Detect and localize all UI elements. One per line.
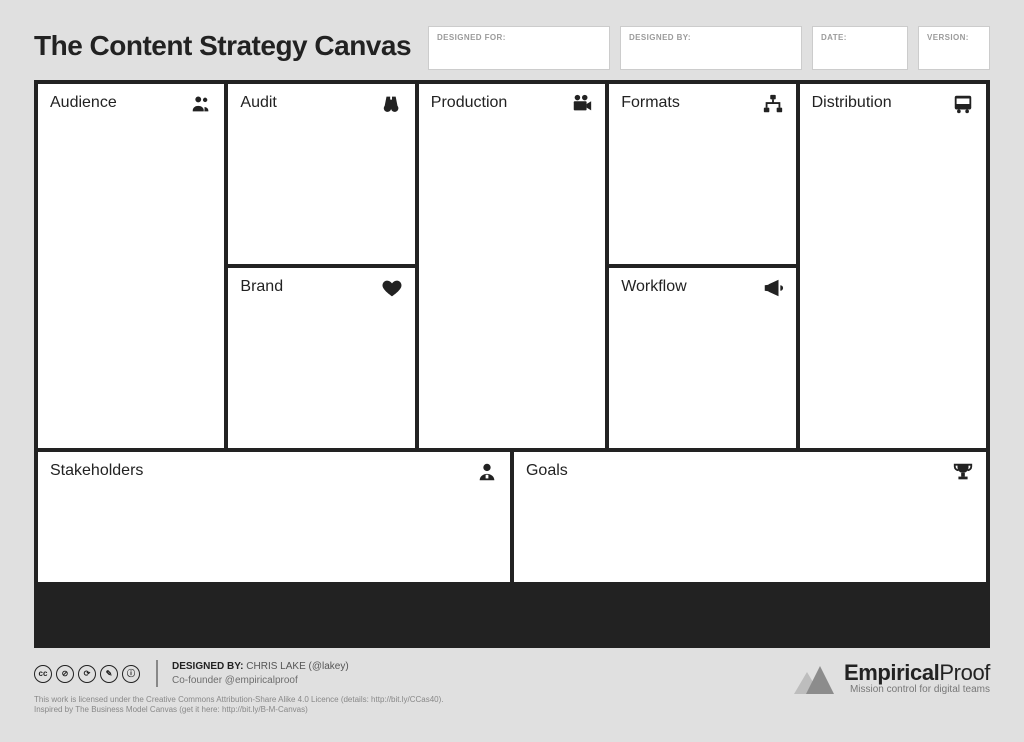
date-field[interactable]: DATE: — [812, 26, 908, 70]
megaphone-icon — [762, 277, 784, 299]
empiricalproof-wordmark: EmpiricalProof Mission control for digit… — [844, 660, 990, 695]
footer-row-1: cc ⊘ ⟳ ✎ ⓘ DESIGNED BY: CHRIS LAKE (@lak… — [34, 660, 444, 687]
credit-role: Co-founder @empiricalproof — [172, 674, 349, 688]
fineprint: This work is licensed under the Creative… — [34, 695, 444, 716]
credit-block: DESIGNED BY: CHRIS LAKE (@lakey) Co-foun… — [156, 660, 349, 687]
footer-left: cc ⊘ ⟳ ✎ ⓘ DESIGNED BY: CHRIS LAKE (@lak… — [34, 660, 444, 716]
cell-audit-title: Audit — [240, 94, 276, 111]
footer: cc ⊘ ⟳ ✎ ⓘ DESIGNED BY: CHRIS LAKE (@lak… — [34, 660, 990, 716]
binoculars-icon — [381, 93, 403, 115]
credit-name: CHRIS LAKE (@lakey) — [246, 661, 348, 672]
cell-formats[interactable]: Formats — [609, 84, 795, 264]
brand-tagline: Mission control for digital teams — [844, 684, 990, 695]
cc-badge-icon: cc — [34, 665, 52, 683]
cell-formats-title: Formats — [621, 94, 680, 111]
cell-audience[interactable]: Audience — [38, 84, 224, 448]
cell-audience-title: Audience — [50, 94, 117, 111]
header: The Content Strategy Canvas DESIGNED FOR… — [34, 26, 990, 70]
cell-production[interactable]: Production — [419, 84, 605, 448]
cell-stakeholders-title: Stakeholders — [50, 462, 143, 479]
cell-workflow[interactable]: Workflow — [609, 268, 795, 448]
cc-badges: cc ⊘ ⟳ ✎ ⓘ — [34, 665, 140, 683]
designed-by-field[interactable]: DESIGNED BY: — [620, 26, 802, 70]
page-title: The Content Strategy Canvas — [34, 26, 411, 62]
bus-icon — [952, 93, 974, 115]
sitemap-icon — [762, 93, 784, 115]
version-label: VERSION: — [927, 33, 981, 42]
cell-brand-title: Brand — [240, 278, 283, 295]
cell-workflow-title: Workflow — [621, 278, 687, 295]
designed-by-label: DESIGNED BY: — [629, 33, 793, 42]
brand-bold: Empirical — [844, 660, 939, 685]
cc-badge-icon: ⊘ — [56, 665, 74, 683]
people-icon — [190, 93, 212, 115]
cell-distribution[interactable]: Distribution — [800, 84, 986, 448]
canvas-grid: Audience Audit Brand Production Formats — [34, 80, 990, 648]
designed-for-label: DESIGNED FOR: — [437, 33, 601, 42]
cc-badge-icon: ⓘ — [122, 665, 140, 683]
cell-distribution-title: Distribution — [812, 94, 892, 111]
designed-for-field[interactable]: DESIGNED FOR: — [428, 26, 610, 70]
cc-badge-icon: ⟳ — [78, 665, 96, 683]
brand-light: Proof — [939, 660, 990, 685]
date-label: DATE: — [821, 33, 899, 42]
cell-brand[interactable]: Brand — [228, 268, 414, 448]
cell-stakeholders[interactable]: Stakeholders — [38, 452, 510, 582]
credit-line-1: DESIGNED BY: CHRIS LAKE (@lakey) — [172, 660, 349, 674]
brand-name: EmpiricalProof — [844, 660, 990, 686]
person-badge-icon — [476, 461, 498, 483]
cell-audit[interactable]: Audit — [228, 84, 414, 264]
heart-icon — [381, 277, 403, 299]
cell-goals[interactable]: Goals — [514, 452, 986, 582]
fineprint-line-1: This work is licensed under the Creative… — [34, 695, 444, 705]
version-field[interactable]: VERSION: — [918, 26, 990, 70]
credit-prefix: DESIGNED BY: — [172, 661, 246, 672]
trophy-icon — [952, 461, 974, 483]
footer-right: EmpiricalProof Mission control for digit… — [794, 660, 990, 695]
cell-production-title: Production — [431, 94, 508, 111]
fineprint-line-2: Inspired by The Business Model Canvas (g… — [34, 705, 444, 715]
cell-goals-title: Goals — [526, 462, 568, 479]
meta-fields: DESIGNED FOR: DESIGNED BY: DATE: VERSION… — [425, 26, 990, 70]
cc-badge-icon: ✎ — [100, 665, 118, 683]
empiricalproof-logo-icon — [794, 662, 834, 694]
video-camera-icon — [571, 93, 593, 115]
